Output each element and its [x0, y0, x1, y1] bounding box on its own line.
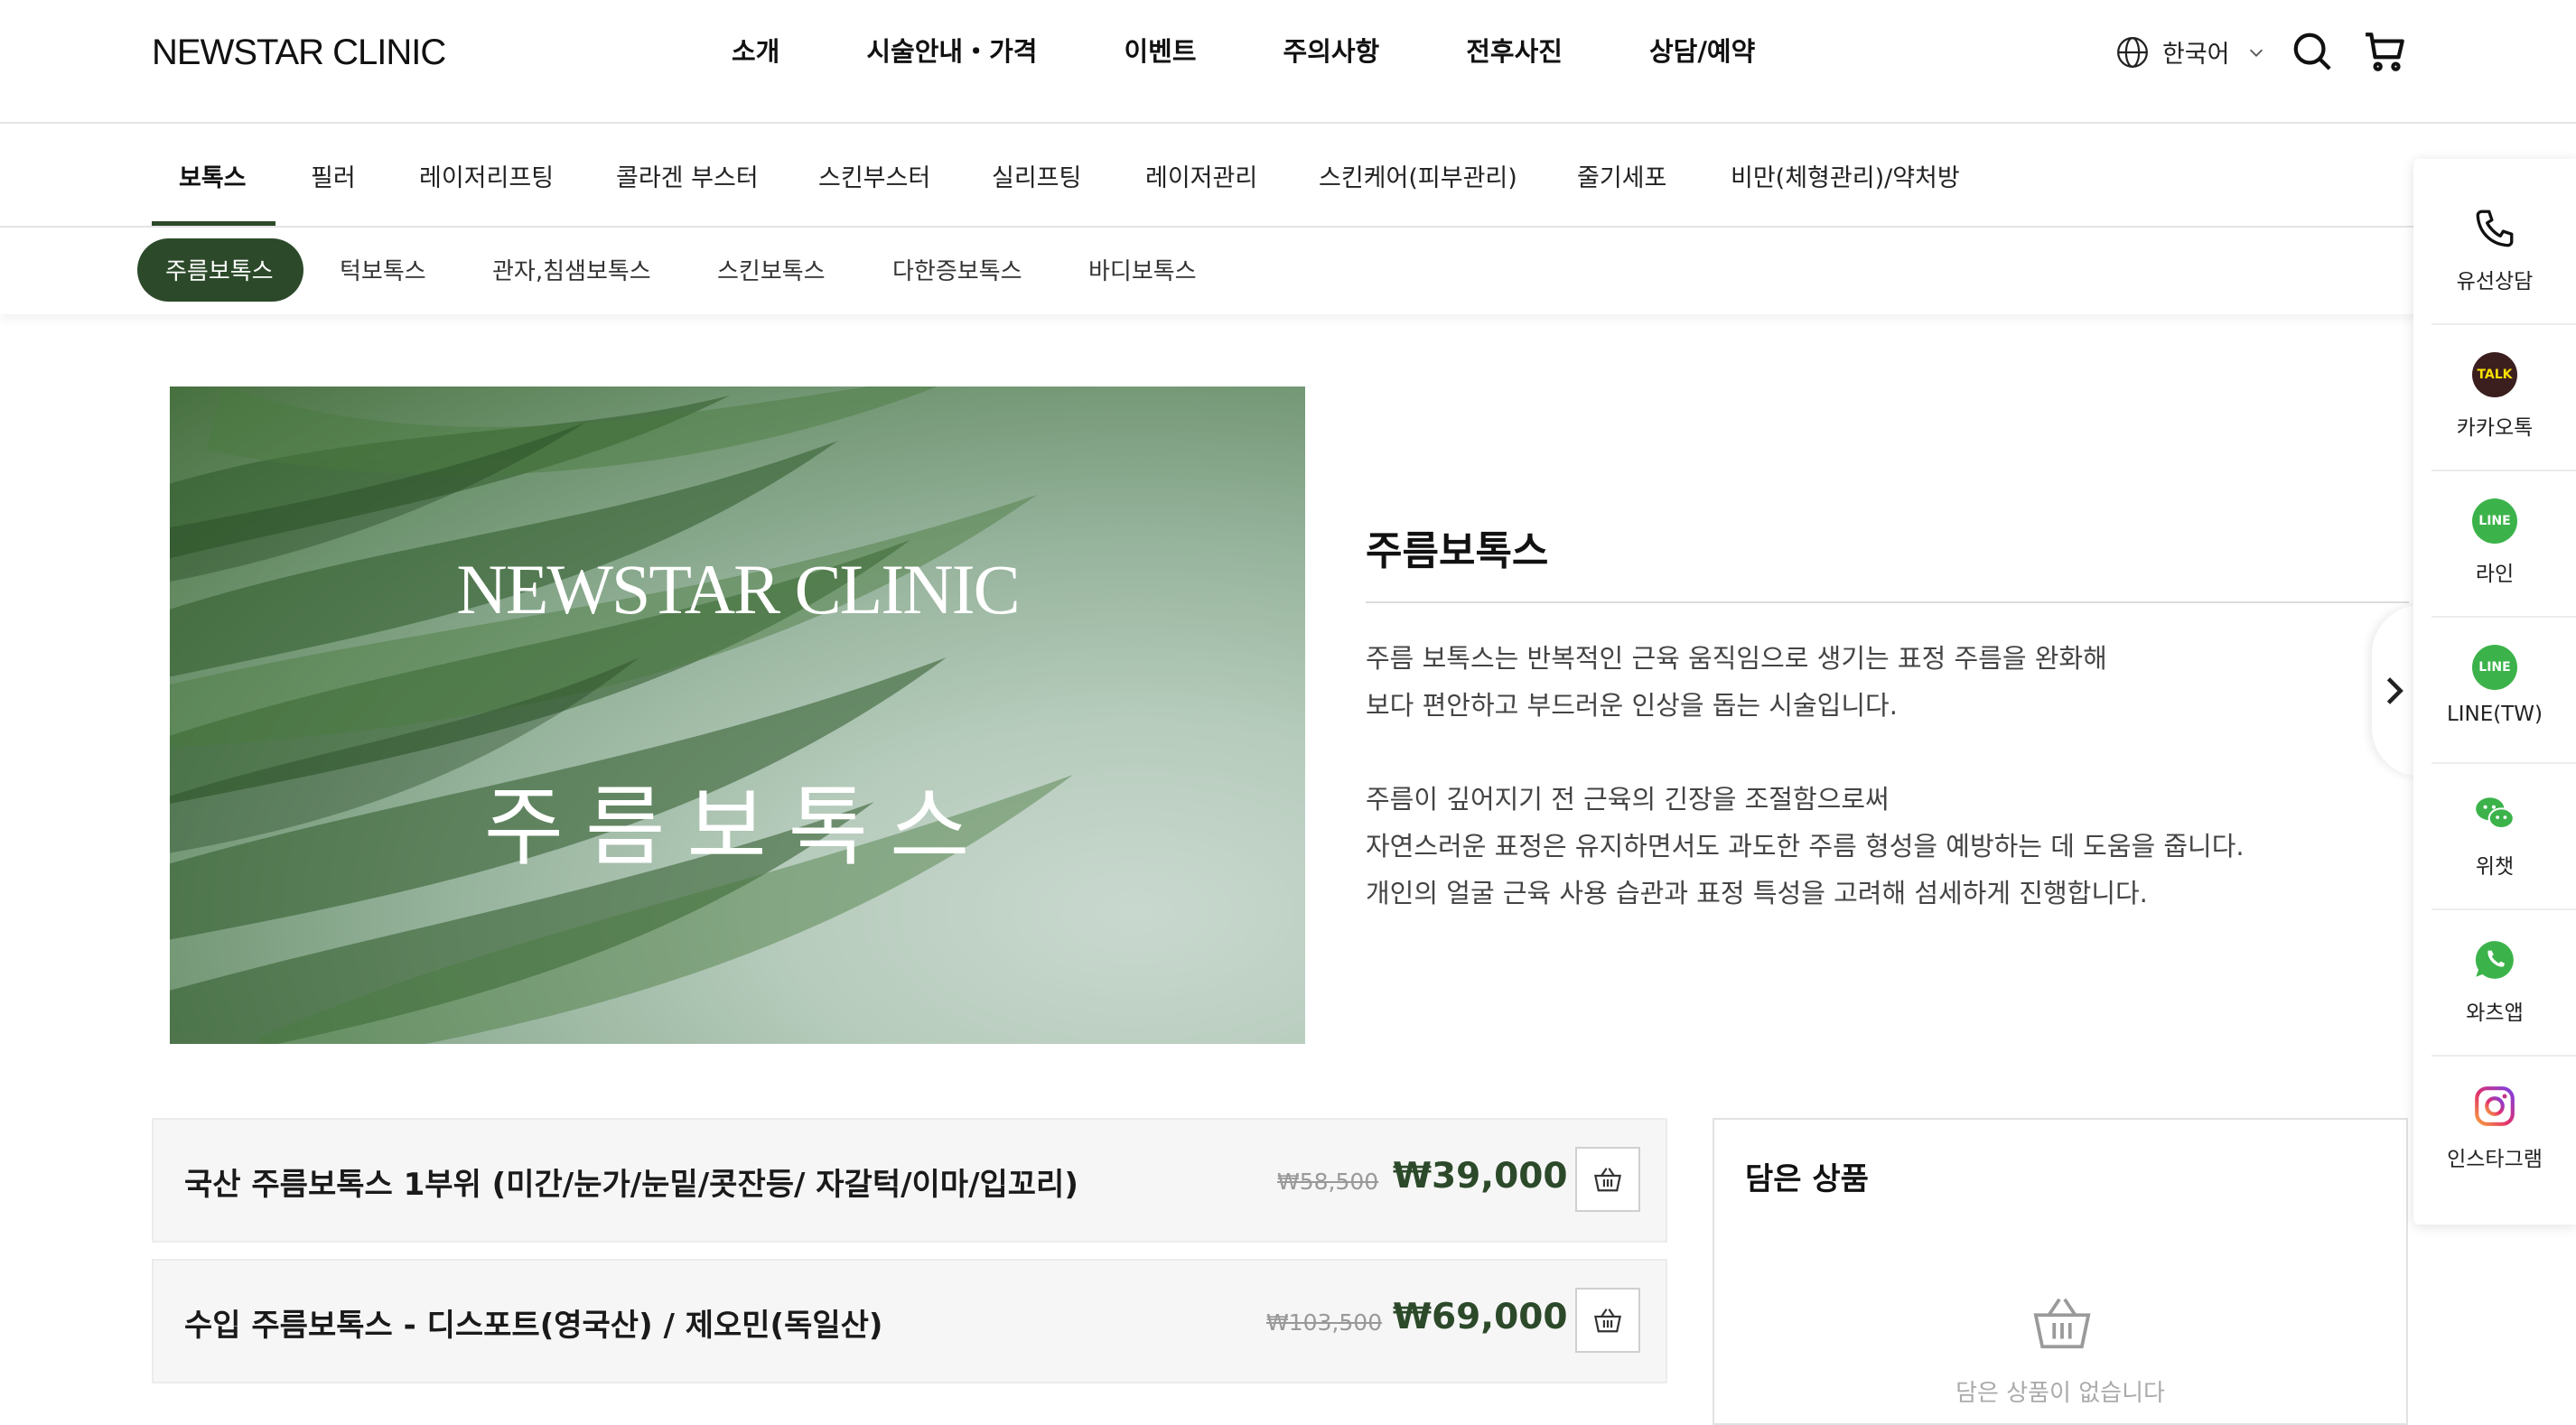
sidebar-item-label: 인스타그램 — [2447, 1148, 2543, 1171]
product-original-price: ₩103,500 — [1266, 1309, 1383, 1336]
palm-leaves-graphic — [170, 387, 1073, 1044]
category-item-laser-care[interactable]: 레이저관리 — [1145, 158, 1257, 193]
product-price: ₩69,000 — [1393, 1297, 1568, 1337]
search-icon[interactable] — [2291, 31, 2333, 72]
sub-tab-wrinkle-botox[interactable]: 주름보톡스 — [165, 253, 274, 286]
add-to-cart-button[interactable] — [1575, 1147, 1640, 1212]
product-name: 국산 주름보톡스 1부위 (미간/눈가/눈밑/콧잔등/ 자갈턱/이마/입꼬리) — [184, 1167, 1078, 1203]
nav-item-precautions[interactable]: 주의사항 — [1283, 31, 1380, 69]
site-logo[interactable]: NEWSTAR CLINIC — [152, 33, 446, 73]
line-tw-icon: LINE — [2472, 645, 2517, 690]
category-item-filler[interactable]: 필러 — [311, 158, 356, 193]
hero-brand-text: NEWSTAR CLINIC — [456, 550, 1020, 629]
line-icon: LINE — [2472, 498, 2517, 544]
sidebar-item-label: 유선상담 — [2456, 270, 2534, 293]
product-row[interactable]: 국산 주름보톡스 1부위 (미간/눈가/눈밑/콧잔등/ 자갈턱/이마/입꼬리) … — [152, 1118, 1667, 1243]
sidebar-item-line[interactable]: LINE 라인 — [2413, 452, 2576, 598]
sub-tab-jaw-botox[interactable]: 턱보톡스 — [340, 253, 426, 286]
instagram-icon — [2475, 1086, 2515, 1126]
sidebar-item-label: 라인 — [2475, 563, 2515, 586]
nav-item-before-after[interactable]: 전후사진 — [1466, 31, 1563, 69]
category-item-thread-lifting[interactable]: 실리프팅 — [992, 158, 1081, 193]
category-nav: 보톡스 필러 레이저리프팅 콜라겐 부스터 스킨부스터 실리프팅 레이저관리 스… — [0, 124, 2576, 228]
sidebar-item-line-tw[interactable]: LINE LINE(TW) — [2413, 598, 2576, 744]
cart-icon[interactable] — [2363, 29, 2408, 74]
sidebar-item-whatsapp[interactable]: 와츠앱 — [2413, 890, 2576, 1037]
sidebar-item-phone[interactable]: 유선상담 — [2413, 159, 2576, 305]
hero-image: NEWSTAR CLINIC 주름보톡스 — [170, 387, 1305, 1044]
nav-item-events[interactable]: 이벤트 — [1124, 31, 1196, 69]
category-item-skincare[interactable]: 스킨케어(피부관리) — [1319, 158, 1517, 193]
basket-icon — [1594, 1168, 1621, 1192]
add-to-cart-button[interactable] — [1575, 1288, 1640, 1353]
nav-item-about[interactable]: 소개 — [732, 31, 779, 69]
cart-empty-message: 담은 상품이 없습니다 — [1955, 1380, 2165, 1407]
language-selector[interactable]: 한국어 — [2115, 34, 2266, 70]
category-item-stem-cell[interactable]: 줄기세포 — [1577, 158, 1666, 193]
sub-tab-skin-botox[interactable]: 스킨보톡스 — [717, 253, 826, 286]
title-divider — [1366, 601, 2409, 603]
description-line: 주름 보톡스는 반복적인 근육 움직임으로 생기는 표정 주름을 완화해 — [1366, 643, 2107, 674]
sidebar-item-label: 위챗 — [2475, 855, 2515, 879]
main-nav: 소개 시술안내・가격 이벤트 주의사항 전후사진 상담/예약 — [732, 31, 1755, 69]
chevron-down-icon — [2249, 49, 2263, 57]
category-item-skin-booster[interactable]: 스킨부스터 — [818, 158, 930, 193]
description-line: 주름이 깊어지기 전 근육의 긴장을 조절함으로써 — [1366, 784, 1890, 815]
wechat-icon — [2476, 797, 2515, 830]
sub-nav: 주름보톡스 턱보톡스 관자,침샘보톡스 스킨보톡스 다한증보톡스 바디보톡스 — [0, 228, 2576, 314]
sidebar-item-label: 카카오톡 — [2456, 416, 2534, 440]
category-item-obesity[interactable]: 비만(체형관리)/약처방 — [1731, 158, 1960, 193]
nav-item-treatments[interactable]: 시술안내・가격 — [866, 31, 1037, 69]
sub-tab-hyperhidrosis-botox[interactable]: 다한증보톡스 — [892, 253, 1022, 286]
product-original-price: ₩58,500 — [1277, 1169, 1379, 1195]
kakaotalk-icon: TALK — [2472, 352, 2517, 397]
sidebar-item-wechat[interactable]: 위챗 — [2413, 744, 2576, 890]
cart-title: 담은 상품 — [1745, 1161, 1869, 1197]
language-label: 한국어 — [2162, 41, 2230, 69]
product-row[interactable]: 수입 주름보톡스 - 디스포트(영국산) / 제오민(독일산) ₩103,500… — [152, 1259, 1667, 1383]
product-name: 수입 주름보톡스 - 디스포트(영국산) / 제오민(독일산) — [184, 1308, 883, 1344]
sub-tab-body-botox[interactable]: 바디보톡스 — [1088, 253, 1197, 286]
cart-panel: 담은 상품 담은 상품이 없습니다 — [1713, 1118, 2408, 1425]
hero-title: 주름보톡스 — [483, 777, 992, 878]
sidebar-item-label: LINE(TW) — [2446, 703, 2543, 726]
description-line: 자연스러운 표정은 유지하면서도 과도한 주름 형성을 예방하는 데 도움을 줍… — [1366, 831, 2245, 862]
sidebar-item-label: 와츠앱 — [2466, 1001, 2524, 1025]
product-price: ₩39,000 — [1393, 1156, 1568, 1197]
category-item-botox[interactable]: 보톡스 — [179, 158, 247, 193]
globe-icon — [2117, 36, 2148, 68]
description-line: 보다 편안하고 부드러운 인상을 돕는 시술입니다. — [1366, 690, 1898, 721]
chevron-right-icon — [2386, 677, 2403, 704]
sidebar-item-instagram[interactable]: 인스타그램 — [2413, 1037, 2576, 1183]
whatsapp-icon — [2475, 941, 2514, 979]
category-item-collagen-booster[interactable]: 콜라겐 부스터 — [616, 158, 759, 193]
category-item-laser-lifting[interactable]: 레이저리프팅 — [419, 158, 554, 193]
contact-sidebar: 유선상담 TALK 카카오톡 LINE 라인 LINE LINE(TW) 위챗 … — [2413, 159, 2576, 1225]
sub-tab-temple-gland-botox[interactable]: 관자,침샘보톡스 — [492, 253, 651, 286]
treatment-title: 주름보톡스 — [1366, 528, 1549, 574]
description-line: 개인의 얼굴 근육 사용 습관과 표정 특성을 고려해 섬세하게 진행합니다. — [1366, 878, 2148, 908]
phone-icon — [2476, 210, 2514, 247]
active-category-indicator — [152, 221, 275, 226]
basket-icon — [1594, 1309, 1621, 1333]
empty-basket-icon — [2033, 1298, 2091, 1349]
sidebar-item-kakaotalk[interactable]: TALK 카카오톡 — [2413, 305, 2576, 452]
site-header: NEWSTAR CLINIC 소개 시술안내・가격 이벤트 주의사항 전후사진 … — [0, 0, 2576, 124]
nav-item-consult[interactable]: 상담/예약 — [1649, 31, 1755, 69]
